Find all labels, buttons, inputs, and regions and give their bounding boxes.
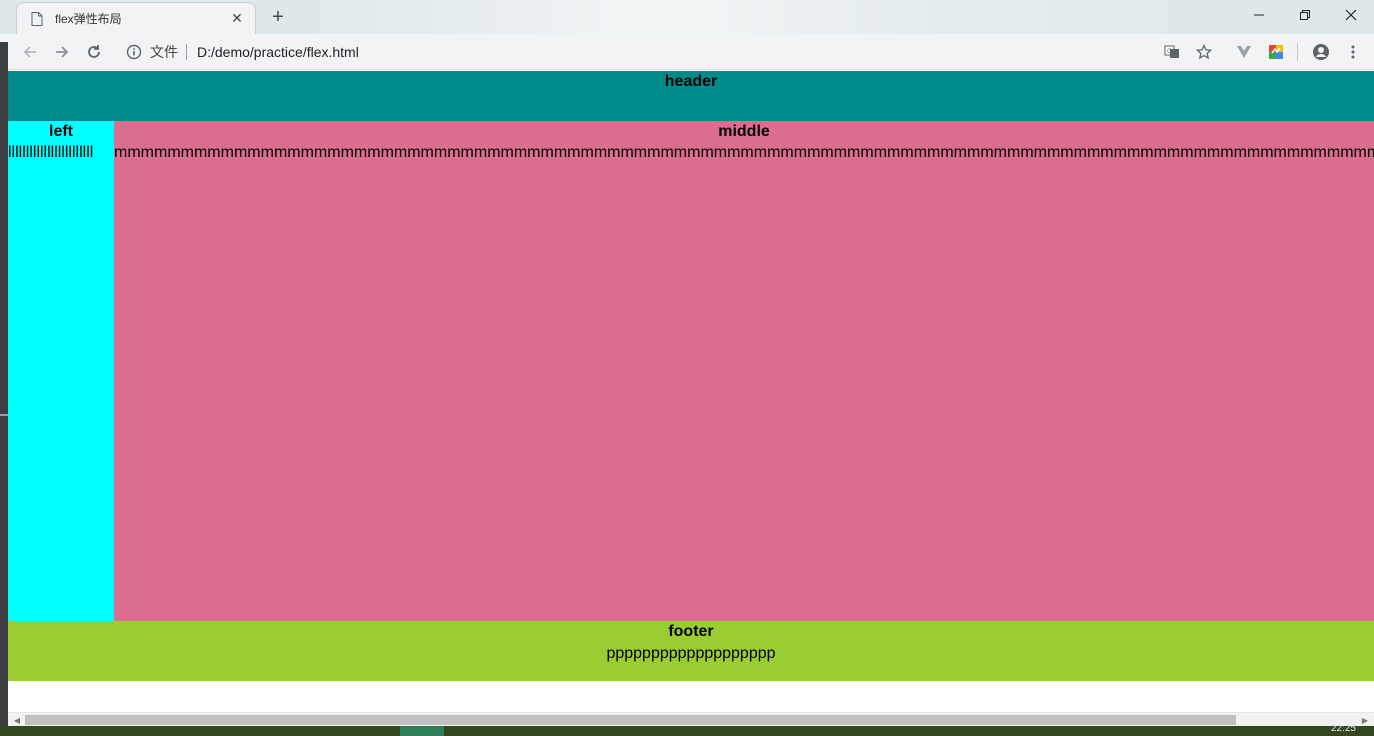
minimize-button[interactable] <box>1236 0 1282 30</box>
tab-title: flex弹性布局 <box>55 12 122 26</box>
url-text[interactable]: D:/demo/practice/flex.html <box>197 44 359 60</box>
footer-filler-text: ppppppppppppppppppp <box>606 645 776 662</box>
address-toolbar: 文件 D:/demo/practice/flex.html G <box>0 34 1374 70</box>
desktop-edge <box>0 42 8 736</box>
tab-close-icon[interactable]: ✕ <box>229 10 245 27</box>
minimize-icon <box>1254 14 1264 16</box>
profile-button[interactable] <box>1306 37 1336 67</box>
browser-window: flex弹性布局 ✕ + 文件 D:/demo/practice/flex.ht… <box>0 0 1374 736</box>
taskbar: 22:25 <box>0 723 1374 736</box>
taskbar-active-app[interactable] <box>400 726 444 736</box>
arrow-right-icon <box>56 45 69 58</box>
taskbar-clock: 22:25 <box>1330 723 1356 734</box>
left-filler-text: llllllllllllllllllllllll <box>8 144 94 161</box>
extension-colorful-button[interactable] <box>1261 37 1291 67</box>
scroll-left-arrow-icon[interactable]: ◀ <box>10 715 24 725</box>
content-row: left llllllllllllllllllllllll middle mmm… <box>8 121 1374 621</box>
extension-vue-button[interactable] <box>1229 37 1259 67</box>
translate-icon: G <box>1164 45 1179 58</box>
star-icon <box>1196 44 1212 60</box>
bookmark-button[interactable] <box>1189 37 1219 67</box>
middle-title: middle <box>718 123 770 140</box>
horizontal-scrollbar[interactable]: ◀ ▶ <box>8 712 1374 726</box>
more-vertical-icon <box>1351 45 1355 59</box>
page-icon <box>31 11 43 26</box>
reload-button[interactable] <box>78 36 110 68</box>
page-viewport: header left llllllllllllllllllllllll mid… <box>8 71 1374 712</box>
title-bar: flex弹性布局 ✕ + <box>0 0 1374 34</box>
close-window-button[interactable] <box>1328 0 1374 30</box>
address-bar[interactable]: 文件 D:/demo/practice/flex.html <box>116 37 1216 67</box>
window-controls <box>1236 0 1374 30</box>
menu-button[interactable] <box>1338 37 1368 67</box>
scrollbar-thumb[interactable] <box>25 715 1236 725</box>
close-icon <box>1345 9 1357 21</box>
desktop-edge-mark <box>0 414 8 416</box>
tab-flex-layout[interactable]: flex弹性布局 ✕ <box>16 2 256 34</box>
theme-decoration <box>300 0 1200 34</box>
restore-icon <box>1300 10 1310 20</box>
middle-filler-text: mmmmmmmmmmmmmmmmmmmmmmmmmmmmmmmmmmmmmmmm… <box>114 144 1374 161</box>
reload-icon <box>88 44 100 58</box>
translate-button[interactable]: G <box>1157 37 1187 67</box>
footer-title: footer <box>668 623 714 640</box>
account-icon <box>1313 44 1329 60</box>
svg-text:G: G <box>1167 48 1172 55</box>
new-tab-button[interactable]: + <box>264 4 292 30</box>
header-section: header <box>8 71 1374 121</box>
extension-icon <box>1269 45 1283 59</box>
toolbar-separator <box>1297 43 1298 61</box>
scroll-right-arrow-icon[interactable]: ▶ <box>1358 715 1372 725</box>
left-title: left <box>49 123 73 140</box>
header-title: header <box>664 73 718 90</box>
restore-button[interactable] <box>1282 0 1328 30</box>
toolbar-actions: G <box>1155 34 1368 70</box>
vue-devtools-icon <box>1237 46 1251 58</box>
info-icon[interactable] <box>126 44 142 60</box>
footer-section: footer ppppppppppppppppppp <box>8 621 1374 681</box>
left-section: left llllllllllllllllllllllll <box>8 121 114 621</box>
forward-button[interactable] <box>46 36 78 68</box>
url-scheme-label: 文件 <box>150 44 187 60</box>
back-button[interactable] <box>14 36 46 68</box>
arrow-left-icon <box>23 45 36 58</box>
middle-section: middle mmmmmmmmmmmmmmmmmmmmmmmmmmmmmmmmm… <box>114 121 1374 621</box>
